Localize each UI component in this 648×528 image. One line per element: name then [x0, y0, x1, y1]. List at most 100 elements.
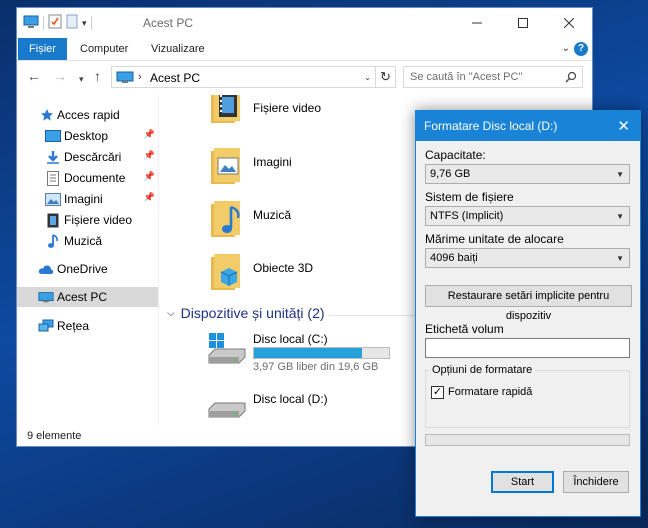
quick-format-label[interactable]: Formatare rapidă: [448, 386, 532, 398]
drive-icon[interactable]: [207, 399, 247, 424]
start-button[interactable]: Start: [491, 471, 554, 493]
chevron-down-icon: ▼: [616, 254, 624, 263]
sidebar-item-label: Descărcări: [64, 150, 122, 164]
pictures-icon: [45, 191, 61, 207]
tab-view[interactable]: Vizualizare: [151, 38, 205, 60]
this-pc-icon: [116, 71, 134, 87]
folder-label[interactable]: Fișiere video: [253, 101, 321, 115]
pictures-folder-icon[interactable]: [211, 148, 241, 186]
capacity-select[interactable]: 9,76 GB ▼: [425, 164, 630, 184]
devices-group-header[interactable]: ⌵ Dispozitive și unități (2): [167, 305, 325, 321]
drive-free-space: 3,97 GB liber din 19,6 GB: [253, 361, 379, 373]
music-icon: [45, 233, 61, 249]
address-row: ← → ▾ ↑ › Acest PC ⌄ ↻ Se caută în "Aces…: [17, 61, 592, 93]
sidebar-item-music[interactable]: Muzică: [17, 231, 158, 251]
close-button[interactable]: [546, 8, 592, 38]
close-dialog-button[interactable]: Închidere: [563, 471, 629, 493]
sidebar-item-documents[interactable]: Documente 📌: [17, 168, 158, 188]
sidebar-item-this-pc[interactable]: Acest PC: [17, 287, 158, 307]
drive-label[interactable]: Disc local (D:): [253, 392, 328, 406]
folder-label[interactable]: Obiecte 3D: [253, 261, 313, 275]
window-title: Acest PC: [143, 16, 194, 30]
up-icon[interactable]: ↑: [94, 69, 101, 83]
breadcrumb-separator-icon[interactable]: ›: [138, 71, 142, 83]
sidebar-item-label: Documente: [64, 171, 126, 185]
file-system-label: Sistem de fișiere: [425, 190, 514, 204]
pin-icon[interactable]: 📌: [144, 150, 155, 161]
select-value: NTFS (Implicit): [430, 210, 504, 222]
customize-toolbar-icon[interactable]: ▾: [82, 18, 87, 29]
pin-icon[interactable]: 📌: [144, 129, 155, 140]
sidebar-item-pictures[interactable]: Imagini 📌: [17, 189, 158, 209]
breadcrumb[interactable]: Acest PC: [150, 71, 200, 85]
address-bar[interactable]: › Acest PC ⌄ ↻: [111, 66, 396, 88]
group-title: Dispozitive și unități (2): [180, 305, 325, 321]
documents-icon: [45, 170, 61, 186]
drive-usage-bar: [253, 347, 390, 359]
drive-label[interactable]: Disc local (C:): [253, 332, 328, 346]
chevron-down-icon: ▼: [616, 170, 624, 179]
dialog-title-bar[interactable]: Formatare Disc local (D:) ✕: [416, 111, 640, 141]
sidebar-item-label: Imagini: [64, 192, 103, 206]
expand-ribbon-icon[interactable]: ⌄: [562, 43, 570, 54]
chevron-down-icon: ▼: [616, 212, 624, 221]
video-folder-icon[interactable]: [211, 95, 241, 125]
sidebar-item-quick-access[interactable]: Acces rapid: [17, 105, 158, 125]
format-dialog: Formatare Disc local (D:) ✕ Capacitate: …: [415, 110, 641, 517]
capacity-label: Capacitate:: [425, 148, 486, 162]
this-pc-icon: [23, 15, 39, 32]
format-progress-bar: [425, 434, 630, 446]
recent-locations-icon[interactable]: ▾: [79, 72, 84, 86]
properties-icon[interactable]: [48, 14, 62, 32]
pin-icon[interactable]: 📌: [144, 192, 155, 203]
forward-icon[interactable]: →: [53, 69, 67, 83]
search-input[interactable]: Se caută în "Acest PC": [403, 66, 583, 88]
this-pc-icon: [38, 289, 54, 305]
file-system-select[interactable]: NTFS (Implicit) ▼: [425, 206, 630, 226]
dialog-close-icon[interactable]: ✕: [617, 117, 630, 135]
allocation-unit-label: Mărime unitate de alocare: [425, 232, 564, 246]
tab-file[interactable]: Fișier: [18, 38, 67, 60]
select-value: 4096 baiți: [430, 252, 478, 264]
quick-access-toolbar: ▾: [23, 14, 92, 32]
minimize-button[interactable]: [454, 8, 500, 38]
back-icon[interactable]: ←: [27, 69, 41, 83]
folder-label[interactable]: Muzică: [253, 208, 291, 222]
3d-objects-folder-icon[interactable]: [211, 254, 241, 292]
help-icon[interactable]: ?: [574, 42, 588, 56]
toolbar-separator: [90, 16, 92, 30]
sidebar-item-desktop[interactable]: Desktop 📌: [17, 126, 158, 146]
tab-computer[interactable]: Computer: [80, 38, 128, 60]
download-icon: [45, 149, 61, 165]
sidebar-item-videos[interactable]: Fișiere video: [17, 210, 158, 230]
music-folder-icon[interactable]: [211, 201, 241, 239]
volume-label-input[interactable]: [425, 338, 630, 358]
quick-format-checkbox[interactable]: ✓: [431, 386, 444, 399]
new-folder-icon[interactable]: [66, 14, 78, 32]
maximize-button[interactable]: [500, 8, 546, 38]
search-icon[interactable]: [565, 71, 577, 86]
sidebar-item-label: OneDrive: [57, 262, 108, 276]
sidebar-item-network[interactable]: Rețea: [17, 316, 158, 336]
windows-drive-icon[interactable]: [207, 333, 247, 370]
chevron-down-icon[interactable]: ⌵: [167, 308, 175, 319]
status-bar-count: 9 elemente: [27, 430, 82, 442]
star-icon: [39, 107, 55, 123]
sidebar-item-downloads[interactable]: Descărcări 📌: [17, 147, 158, 167]
refresh-icon[interactable]: ↻: [375, 67, 395, 87]
sidebar-item-onedrive[interactable]: OneDrive: [17, 259, 158, 279]
restore-defaults-button[interactable]: Restaurare setări implicite pentru dispo…: [425, 285, 632, 322]
pin-icon[interactable]: 📌: [144, 171, 155, 182]
allocation-unit-select[interactable]: 4096 baiți ▼: [425, 248, 630, 268]
toolbar-separator: [43, 16, 44, 30]
format-options-legend: Opțiuni de formatare: [429, 364, 536, 376]
folder-label[interactable]: Imagini: [253, 155, 292, 169]
sidebar-item-label: Rețea: [57, 319, 90, 333]
format-options-group: [425, 370, 630, 428]
close-icon: [564, 18, 574, 28]
address-dropdown-icon[interactable]: ⌄: [364, 73, 371, 82]
title-bar[interactable]: ▾ Acest PC: [17, 8, 592, 38]
volume-label-caption: Etichetă volum: [425, 322, 504, 336]
sidebar-item-label: Muzică: [64, 234, 103, 248]
select-value: 9,76 GB: [430, 168, 471, 180]
